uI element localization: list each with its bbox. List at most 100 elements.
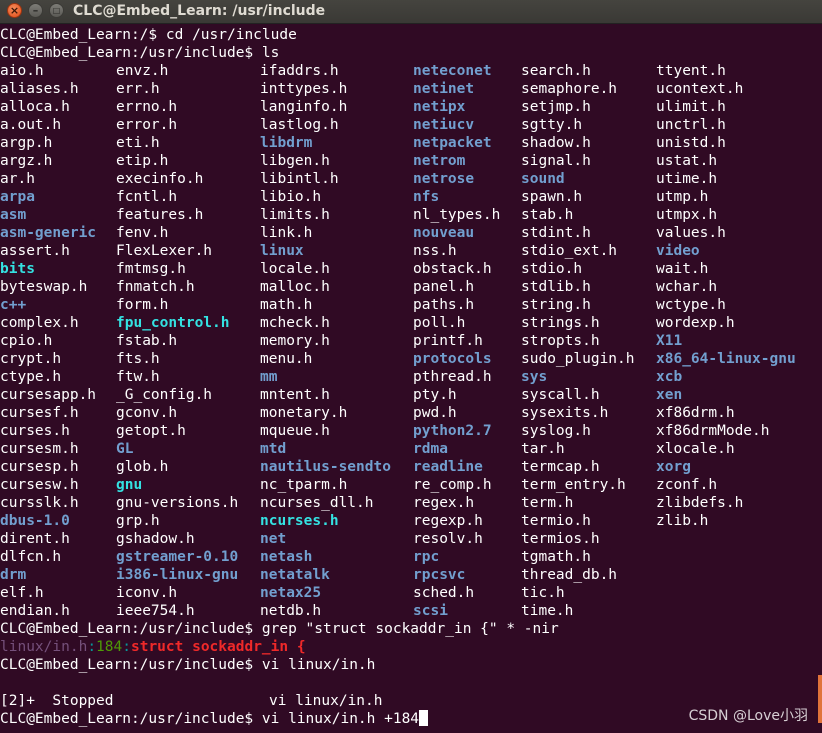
ls-file-entry: search.h — [521, 63, 591, 79]
ls-executable-entry: bits — [0, 261, 35, 277]
ls-file-entry: utime.h — [656, 171, 718, 187]
ls-file-entry: signal.h — [521, 153, 591, 169]
scrollbar-thumb[interactable] — [818, 675, 822, 723]
ls-file-entry: wchar.h — [656, 279, 718, 295]
ls-file-entry: iconv.h — [116, 585, 178, 601]
ls-file-entry: zlib.h — [656, 513, 709, 529]
ls-directory-entry: netash — [260, 549, 313, 565]
ls-file-entry: nc_tparm.h — [260, 477, 348, 493]
terminal-line-cd: CLC@Embed_Learn:/$ cd /usr/include — [0, 26, 297, 44]
ls-file-entry: ustat.h — [656, 153, 718, 169]
ls-file-entry: malloc.h — [260, 279, 330, 295]
ls-file-entry: unistd.h — [656, 135, 726, 151]
ls-file-entry: fnmatch.h — [116, 279, 195, 295]
ls-file-entry: sudo_plugin.h — [521, 351, 635, 367]
ls-file-entry: mntent.h — [260, 387, 330, 403]
grep-match: struct sockaddr_in { — [130, 639, 306, 655]
ls-file-entry: menu.h — [260, 351, 313, 367]
ls-file-entry: fmtmsg.h — [116, 261, 186, 277]
ls-directory-entry: asm — [0, 207, 27, 223]
ls-file-entry: gshadow.h — [116, 531, 195, 547]
ls-directory-entry: libdrm — [260, 135, 313, 151]
ls-directory-entry: nautilus-sendto — [260, 459, 391, 475]
ls-file-entry: fts.h — [116, 351, 160, 367]
ls-file-entry: stropts.h — [521, 333, 600, 349]
ls-directory-entry: sound — [521, 171, 565, 187]
ls-directory-entry: xorg — [656, 459, 691, 475]
ls-file-entry: paths.h — [413, 297, 475, 313]
ls-file-entry: alloca.h — [0, 99, 70, 115]
window-title: CLC@Embed_Learn: /usr/include — [73, 3, 326, 19]
ls-file-entry: endian.h — [0, 603, 70, 619]
ls-file-entry: lastlog.h — [260, 117, 339, 133]
minimize-window-button[interactable]: – — [28, 3, 43, 18]
terminal-area[interactable]: CLC@Embed_Learn:/$ cd /usr/include CLC@E… — [0, 25, 822, 733]
ls-directory-entry: netiucv — [413, 117, 475, 133]
ls-file-entry: obstack.h — [413, 261, 492, 277]
job-status: [2]+ Stopped — [0, 693, 114, 709]
terminal-line-current[interactable]: CLC@Embed_Learn:/usr/include$ vi linux/i… — [0, 710, 429, 728]
grep-separator: : — [122, 639, 131, 655]
ls-file-entry: features.h — [116, 207, 204, 223]
ls-file-entry: dlfcn.h — [0, 549, 62, 565]
ls-file-entry: byteswap.h — [0, 279, 88, 295]
ls-file-entry: cursesp.h — [0, 459, 79, 475]
maximize-window-button[interactable]: □ — [49, 3, 64, 18]
terminal-line-ls: CLC@Embed_Learn:/usr/include$ ls — [0, 44, 279, 62]
ls-file-entry: cursesw.h — [0, 477, 79, 493]
ls-directory-entry: rpc — [413, 549, 440, 565]
ls-file-entry: dirent.h — [0, 531, 70, 547]
ls-directory-entry: mtd — [260, 441, 287, 457]
ls-file-entry: stdlib.h — [521, 279, 591, 295]
ls-file-entry: FlexLexer.h — [116, 243, 213, 259]
ls-directory-entry: rpcsvc — [413, 567, 466, 583]
ls-file-entry: termios.h — [521, 531, 600, 547]
ls-file-entry: re_comp.h — [413, 477, 492, 493]
ls-directory-entry: netax25 — [260, 585, 322, 601]
ls-file-entry: poll.h — [413, 315, 466, 331]
ls-directory-entry: x86_64-linux-gnu — [656, 351, 796, 367]
ls-file-entry: stdint.h — [521, 225, 591, 241]
ls-file-entry: error.h — [116, 117, 178, 133]
ls-file-entry: netdb.h — [260, 603, 322, 619]
command-input[interactable]: vi linux/in.h +184 — [262, 711, 419, 727]
ls-directory-entry: X11 — [656, 333, 683, 349]
ls-file-entry: nss.h — [413, 243, 457, 259]
ls-file-entry: panel.h — [413, 279, 475, 295]
ls-file-entry: pwd.h — [413, 405, 457, 421]
ls-file-entry: pty.h — [413, 387, 457, 403]
ls-directory-entry: gstreamer-0.10 — [116, 549, 239, 565]
ls-file-entry: term.h — [521, 495, 574, 511]
ls-file-entry: mqueue.h — [260, 423, 330, 439]
ls-file-entry: aliases.h — [0, 81, 79, 97]
ls-directory-entry: netinet — [413, 81, 475, 97]
ls-file-entry: ieee754.h — [116, 603, 195, 619]
ls-file-entry: libgen.h — [260, 153, 330, 169]
ls-directory-entry: scsi — [413, 603, 448, 619]
ls-file-entry: zconf.h — [656, 477, 718, 493]
text-cursor — [419, 710, 429, 726]
ls-file-entry: xf86drmMode.h — [656, 423, 770, 439]
ls-file-entry: termcap.h — [521, 459, 600, 475]
ls-file-entry: execinfo.h — [116, 171, 204, 187]
ls-file-entry: cursesapp.h — [0, 387, 97, 403]
command-text: grep "struct sockaddr_in {" * -nir — [261, 621, 559, 637]
watermark: CSDN @Love小羽 — [688, 708, 808, 724]
ls-file-entry: thread_db.h — [521, 567, 618, 583]
ls-file-entry: fstab.h — [116, 333, 178, 349]
ls-file-entry: setjmp.h — [521, 99, 591, 115]
ls-file-entry: resolv.h — [413, 531, 483, 547]
ls-directory-entry: xen — [656, 387, 683, 403]
ls-directory-entry: video — [656, 243, 700, 259]
prompt: CLC@Embed_Learn:/$ — [0, 27, 166, 43]
close-window-button[interactable]: × — [7, 3, 22, 18]
ls-directory-entry: mm — [260, 369, 278, 385]
grep-separator: : — [87, 639, 97, 655]
grep-line-number: 184 — [96, 639, 123, 655]
ls-file-entry: string.h — [521, 297, 591, 313]
ls-file-entry: xf86drm.h — [656, 405, 735, 421]
ls-directory-entry: netatalk — [260, 567, 330, 583]
ls-file-entry: ucontext.h — [656, 81, 744, 97]
ls-file-entry: strings.h — [521, 315, 600, 331]
ls-file-entry: tar.h — [521, 441, 565, 457]
